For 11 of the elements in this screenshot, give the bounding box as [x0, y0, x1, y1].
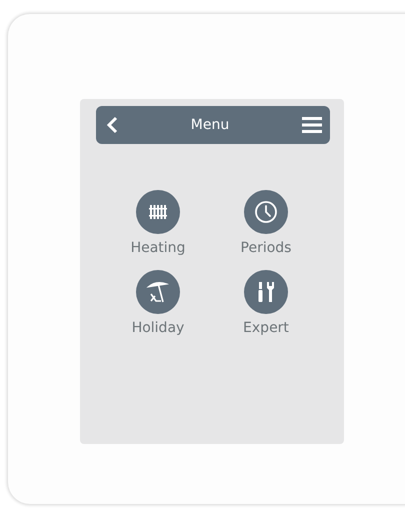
menu-item[interactable]: Periods — [212, 190, 320, 256]
radiator-icon — [149, 205, 167, 219]
menu-icon[interactable] — [302, 116, 322, 134]
tools-icon — [258, 282, 274, 302]
back-icon[interactable] — [106, 116, 118, 134]
menu-item[interactable]: Expert — [212, 270, 320, 336]
header-title: Menu — [190, 117, 230, 133]
menu-item[interactable]: Holiday — [104, 270, 212, 336]
menu-item[interactable]: Heating — [104, 190, 212, 256]
clock-icon — [255, 201, 277, 223]
deckchair-umbrella-icon — [148, 282, 168, 302]
